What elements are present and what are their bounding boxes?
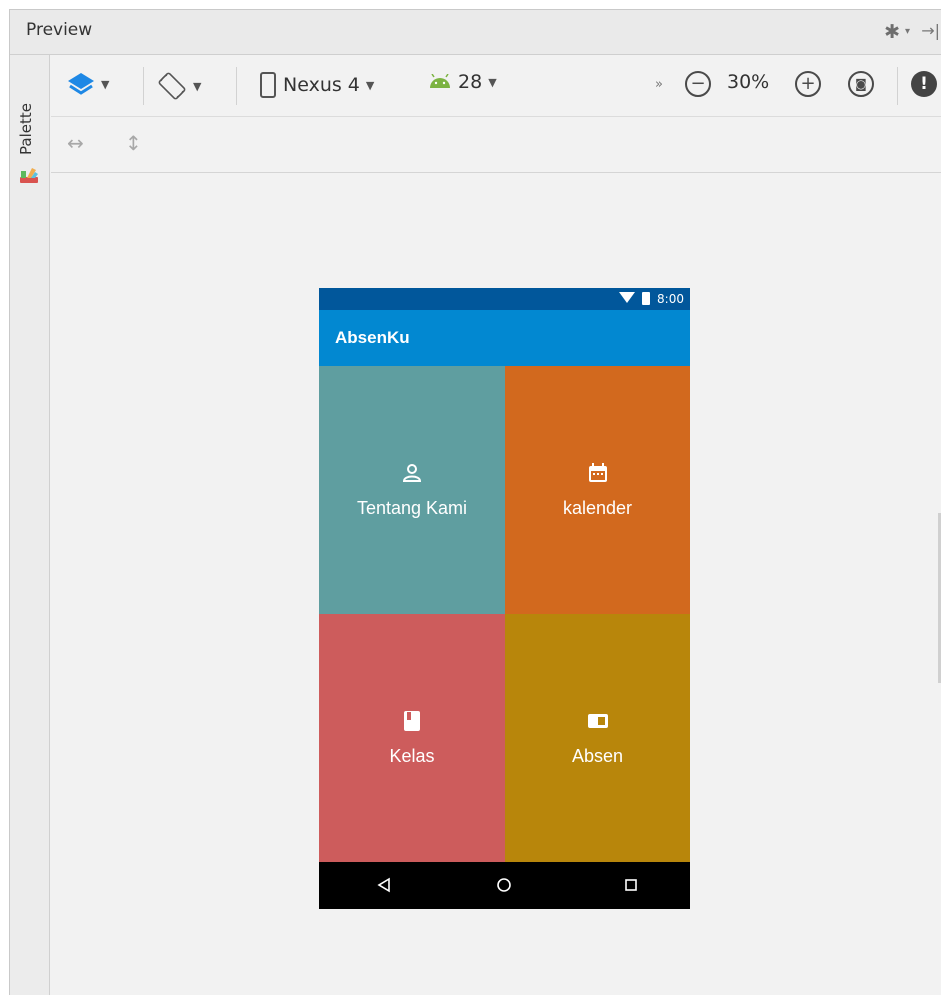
preview-toolbar: ▼ ▼ Nexus 4 ▼ 28 ▼ » − 30% + ◙ ! [51, 55, 941, 117]
nav-bar [319, 862, 690, 909]
home-icon[interactable] [494, 875, 514, 895]
chevron-down-icon: ▼ [365, 78, 375, 92]
device-name: Nexus 4 [283, 74, 360, 96]
status-time: 8:00 [657, 292, 684, 306]
zoom-fit-icon: ◙ [848, 71, 874, 97]
api-level-value: 28 [458, 71, 483, 93]
panel-titlebar: Preview ✱ ▾ →| [10, 10, 941, 55]
orientation-dropdown[interactable]: ▼ [157, 71, 201, 101]
tile-label: Tentang Kami [356, 497, 468, 518]
vertical-resize-icon[interactable]: ↕ [125, 131, 142, 155]
app-title: AbsenKu [335, 328, 410, 347]
person-icon [402, 463, 422, 482]
api-level-dropdown[interactable]: 28 ▼ [428, 71, 497, 93]
tile-label: Absen [571, 745, 624, 766]
horizontal-resize-icon[interactable]: ↔ [67, 131, 84, 155]
resize-toolbar: ↔ ↕ [51, 117, 941, 173]
zoom-out-button[interactable]: − [685, 71, 711, 97]
design-mode-dropdown[interactable]: ▼ [67, 71, 109, 97]
android-icon [430, 74, 450, 88]
tile-kalender[interactable]: kalender [505, 366, 690, 614]
tile-absen[interactable]: Absen [505, 614, 690, 862]
issues-button[interactable]: ! [911, 71, 937, 97]
palette-tab[interactable]: Palette [16, 85, 44, 195]
toolbar-divider [897, 67, 898, 105]
zoom-to-fit-button[interactable]: ◙ [848, 71, 874, 97]
zoom-in-icon: + [795, 71, 821, 97]
back-icon[interactable] [374, 875, 394, 895]
status-bar: 8:00 [319, 288, 690, 310]
preview-panel: Preview ✱ ▾ →| Palette ▼ ▼ Nexus 4 ▼ 28 … [9, 9, 941, 995]
gear-icon[interactable]: ✱ [884, 21, 900, 43]
tile-label: Kelas [389, 745, 435, 766]
chevron-down-icon: ▼ [193, 79, 202, 93]
app-bar: AbsenKu [319, 310, 690, 366]
phone-icon [260, 72, 276, 98]
battery-icon [642, 292, 650, 305]
palette-tab-label: Palette [17, 103, 35, 155]
design-canvas: 8:00 AbsenKu Tentang Kami kalender Kelas… [51, 173, 941, 995]
zoom-level: 30% [727, 71, 770, 93]
chevron-down-icon: ▼ [488, 75, 497, 89]
overflow-icon[interactable]: » [655, 77, 663, 92]
palette-icon [20, 168, 38, 183]
toolbar-divider [236, 67, 237, 105]
layers-icon [68, 73, 94, 95]
device-preview: 8:00 AbsenKu Tentang Kami kalender Kelas… [319, 288, 690, 909]
tile-kelas[interactable]: Kelas [319, 614, 505, 862]
zoom-out-icon: − [685, 71, 711, 97]
zoom-in-button[interactable]: + [795, 71, 821, 97]
chevron-down-icon: ▼ [101, 77, 110, 91]
panel-title: Preview [26, 20, 93, 40]
calendar-icon [588, 462, 607, 482]
wifi-icon [619, 292, 635, 303]
device-dropdown[interactable]: Nexus 4 ▼ [259, 71, 374, 99]
chevron-down-icon[interactable]: ▾ [905, 26, 910, 37]
card-icon [587, 713, 608, 728]
hide-panel-icon[interactable]: →| [921, 21, 940, 40]
toolbar-divider [143, 67, 144, 105]
tile-label: kalender [562, 497, 633, 518]
tile-tentang-kami[interactable]: Tentang Kami [319, 366, 505, 614]
book-icon [404, 710, 420, 731]
rotate-icon [158, 72, 186, 100]
palette-strip: Palette [10, 55, 50, 995]
warning-icon: ! [911, 71, 937, 97]
recents-icon[interactable] [621, 875, 641, 895]
